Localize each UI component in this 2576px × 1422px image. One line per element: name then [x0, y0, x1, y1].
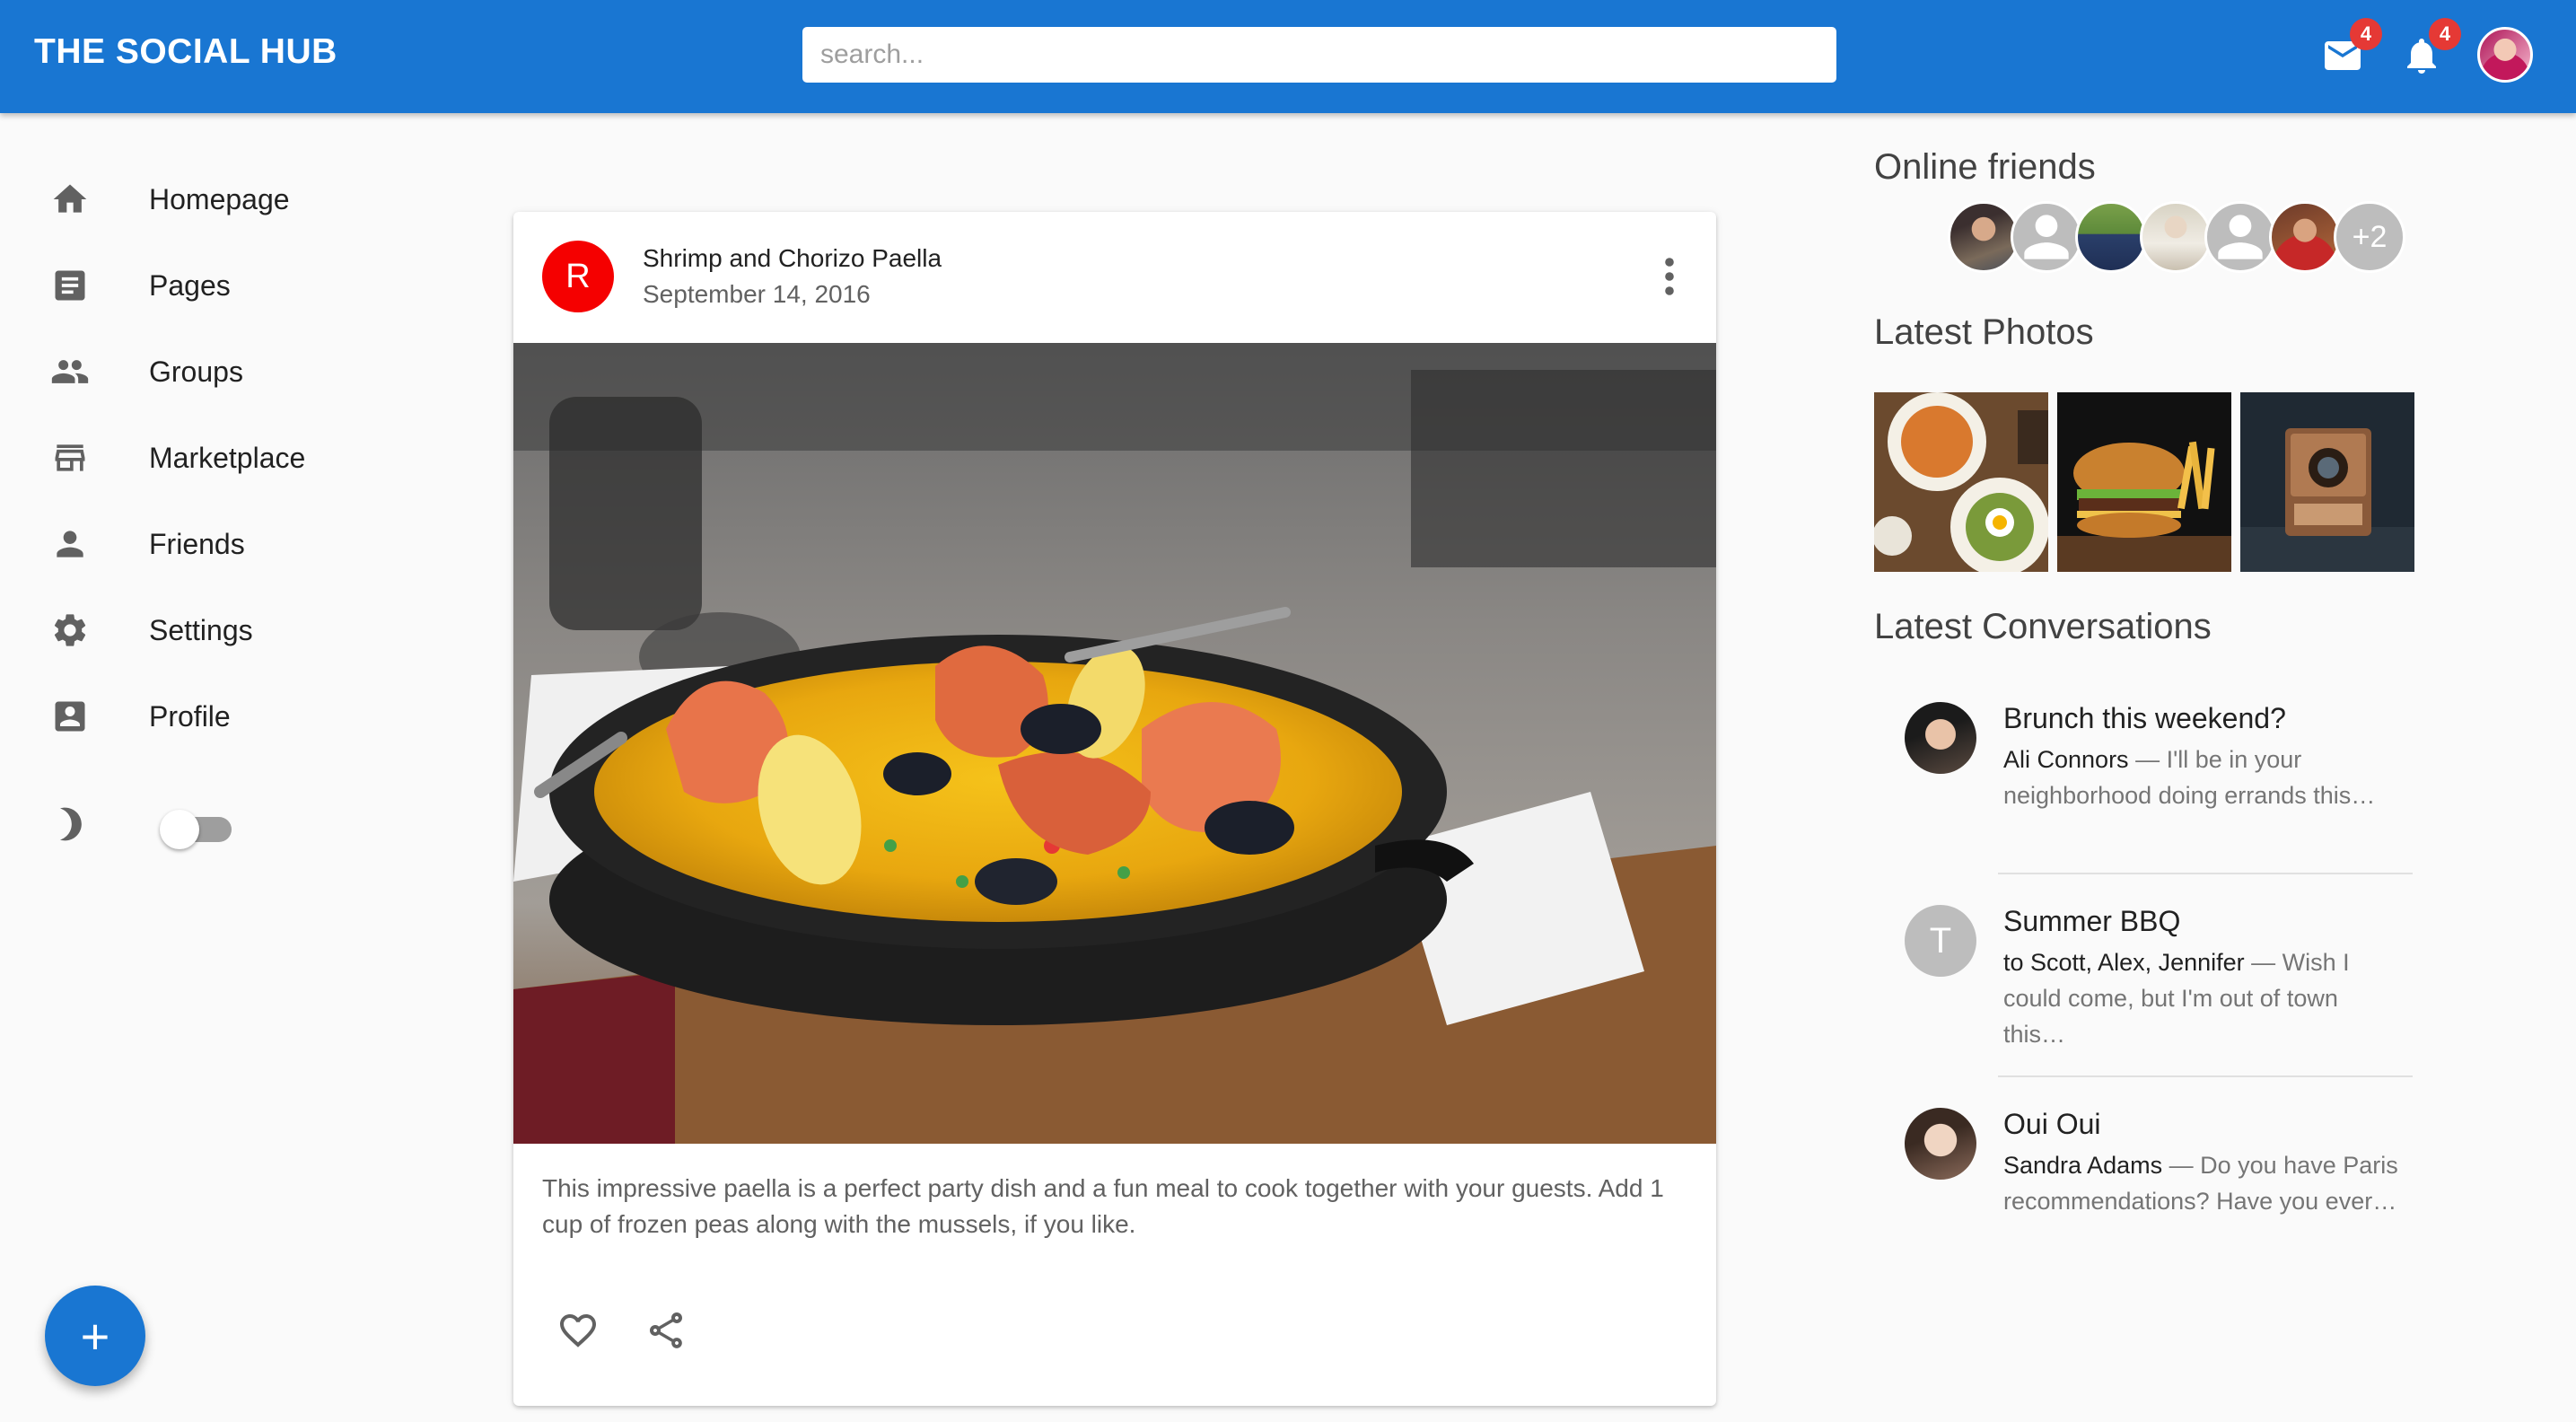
divider	[1998, 1075, 2413, 1077]
conversation-title: Summer BBQ	[2003, 905, 2181, 937]
search-input[interactable]	[802, 27, 1836, 83]
app-title: THE SOCIAL HUB	[34, 32, 337, 71]
post-title: Shrimp and Chorizo Paella	[643, 244, 942, 272]
breakfast-photo	[1874, 392, 2048, 572]
conversation-preview: to Scott, Alex, Jennifer — Wish I could …	[2003, 944, 2398, 1052]
post-text: This impressive paella is a perfect part…	[542, 1174, 1664, 1238]
toggle-thumb	[160, 810, 199, 849]
latest-conversations-title: Latest Conversations	[1874, 607, 2212, 646]
gear-icon	[50, 610, 90, 650]
app-bar: THE SOCIAL HUB 4 4	[0, 0, 2576, 113]
conversation-avatar	[1905, 1108, 1976, 1180]
conversation-avatar: T	[1905, 905, 1976, 977]
conversation-sender: Sandra Adams	[2003, 1152, 2163, 1179]
conversation-item[interactable]: T Summer BBQ to Scott, Alex, Jennifer — …	[1874, 905, 2413, 1058]
people-icon	[50, 352, 90, 391]
friend-avatar[interactable]	[2269, 201, 2341, 273]
document-icon	[50, 266, 90, 305]
sidebar-item-friends[interactable]: Friends	[0, 501, 449, 587]
burger-photo	[2057, 392, 2231, 572]
sidebar-item-settings[interactable]: Settings	[0, 587, 449, 673]
mail-badge: 4	[2350, 18, 2382, 50]
conversation-sender: Ali Connors	[2003, 746, 2129, 773]
friend-avatar[interactable]	[2140, 201, 2212, 273]
friend-avatar[interactable]	[2204, 201, 2276, 273]
user-avatar[interactable]	[2477, 27, 2533, 83]
home-icon	[50, 180, 90, 219]
post-image	[513, 343, 1716, 1144]
more-vert-icon	[1665, 258, 1674, 295]
conversation-avatar	[1905, 702, 1976, 774]
dark-mode-toggle[interactable]	[160, 810, 233, 849]
photo-thumbnail[interactable]	[2057, 392, 2231, 572]
sidebar-item-label: Homepage	[149, 182, 290, 215]
sidebar-item-label: Settings	[149, 613, 253, 646]
latest-photos-title: Latest Photos	[1874, 312, 2094, 352]
friend-avatar[interactable]	[2075, 201, 2147, 273]
post-date: September 14, 2016	[643, 280, 871, 308]
sidebar-item-label: Pages	[149, 268, 231, 302]
sidebar-item-homepage[interactable]: Homepage	[0, 156, 449, 242]
sidebar-item-label: Friends	[149, 527, 245, 560]
divider	[1998, 873, 2413, 874]
person-icon	[2024, 215, 2069, 259]
account-box-icon	[50, 697, 90, 736]
photo-thumbnail[interactable]	[2240, 392, 2414, 572]
notifications-badge: 4	[2429, 18, 2461, 50]
online-friends-title: Online friends	[1874, 147, 2096, 187]
conversation-preview: Ali Connors — I'll be in your neighborho…	[2003, 742, 2398, 813]
conversation-sender: to Scott, Alex, Jennifer	[2003, 949, 2245, 976]
heart-icon	[560, 1314, 596, 1347]
camera-photo	[2240, 392, 2414, 572]
conversation-title: Brunch this weekend?	[2003, 702, 2286, 734]
conversation-preview: Sandra Adams — Do you have Paris recomme…	[2003, 1147, 2398, 1219]
sidebar-item-groups[interactable]: Groups	[0, 329, 449, 415]
add-button[interactable]: +	[45, 1286, 145, 1386]
dark-mode-row	[0, 781, 449, 867]
person-icon	[2218, 215, 2263, 259]
share-icon	[650, 1312, 682, 1348]
like-button[interactable]	[553, 1305, 603, 1356]
conversation-item[interactable]: Oui Oui Sandra Adams — Do you have Paris…	[1874, 1108, 2413, 1260]
paella-photo	[513, 343, 1716, 1144]
store-icon	[50, 438, 90, 478]
notifications-button[interactable]: 4	[2400, 18, 2461, 77]
more-options-button[interactable]	[1648, 248, 1691, 305]
conversation-item[interactable]: Brunch this weekend? Ali Connors — I'll …	[1874, 702, 2413, 855]
sidebar-item-pages[interactable]: Pages	[0, 242, 449, 329]
sidebar-item-label: Profile	[149, 699, 231, 733]
friend-avatar[interactable]	[1948, 201, 2020, 273]
photo-thumbnail[interactable]	[1874, 392, 2048, 572]
moon-icon	[50, 804, 90, 844]
post-avatar: R	[542, 241, 614, 312]
sidebar-item-marketplace[interactable]: Marketplace	[0, 415, 449, 501]
friend-avatar[interactable]	[2011, 201, 2082, 273]
more-friends-count[interactable]: +2	[2334, 201, 2405, 273]
sidebar-item-label: Groups	[149, 355, 243, 388]
sidebar-item-profile[interactable]: Profile	[0, 673, 449, 759]
post-card: R Shrimp and Chorizo Paella September 14…	[513, 212, 1716, 1406]
sidebar-item-label: Marketplace	[149, 441, 306, 474]
conversation-title: Oui Oui	[2003, 1108, 2101, 1140]
mail-button[interactable]: 4	[2321, 18, 2382, 77]
person-icon	[50, 524, 90, 564]
share-button[interactable]	[641, 1305, 691, 1356]
